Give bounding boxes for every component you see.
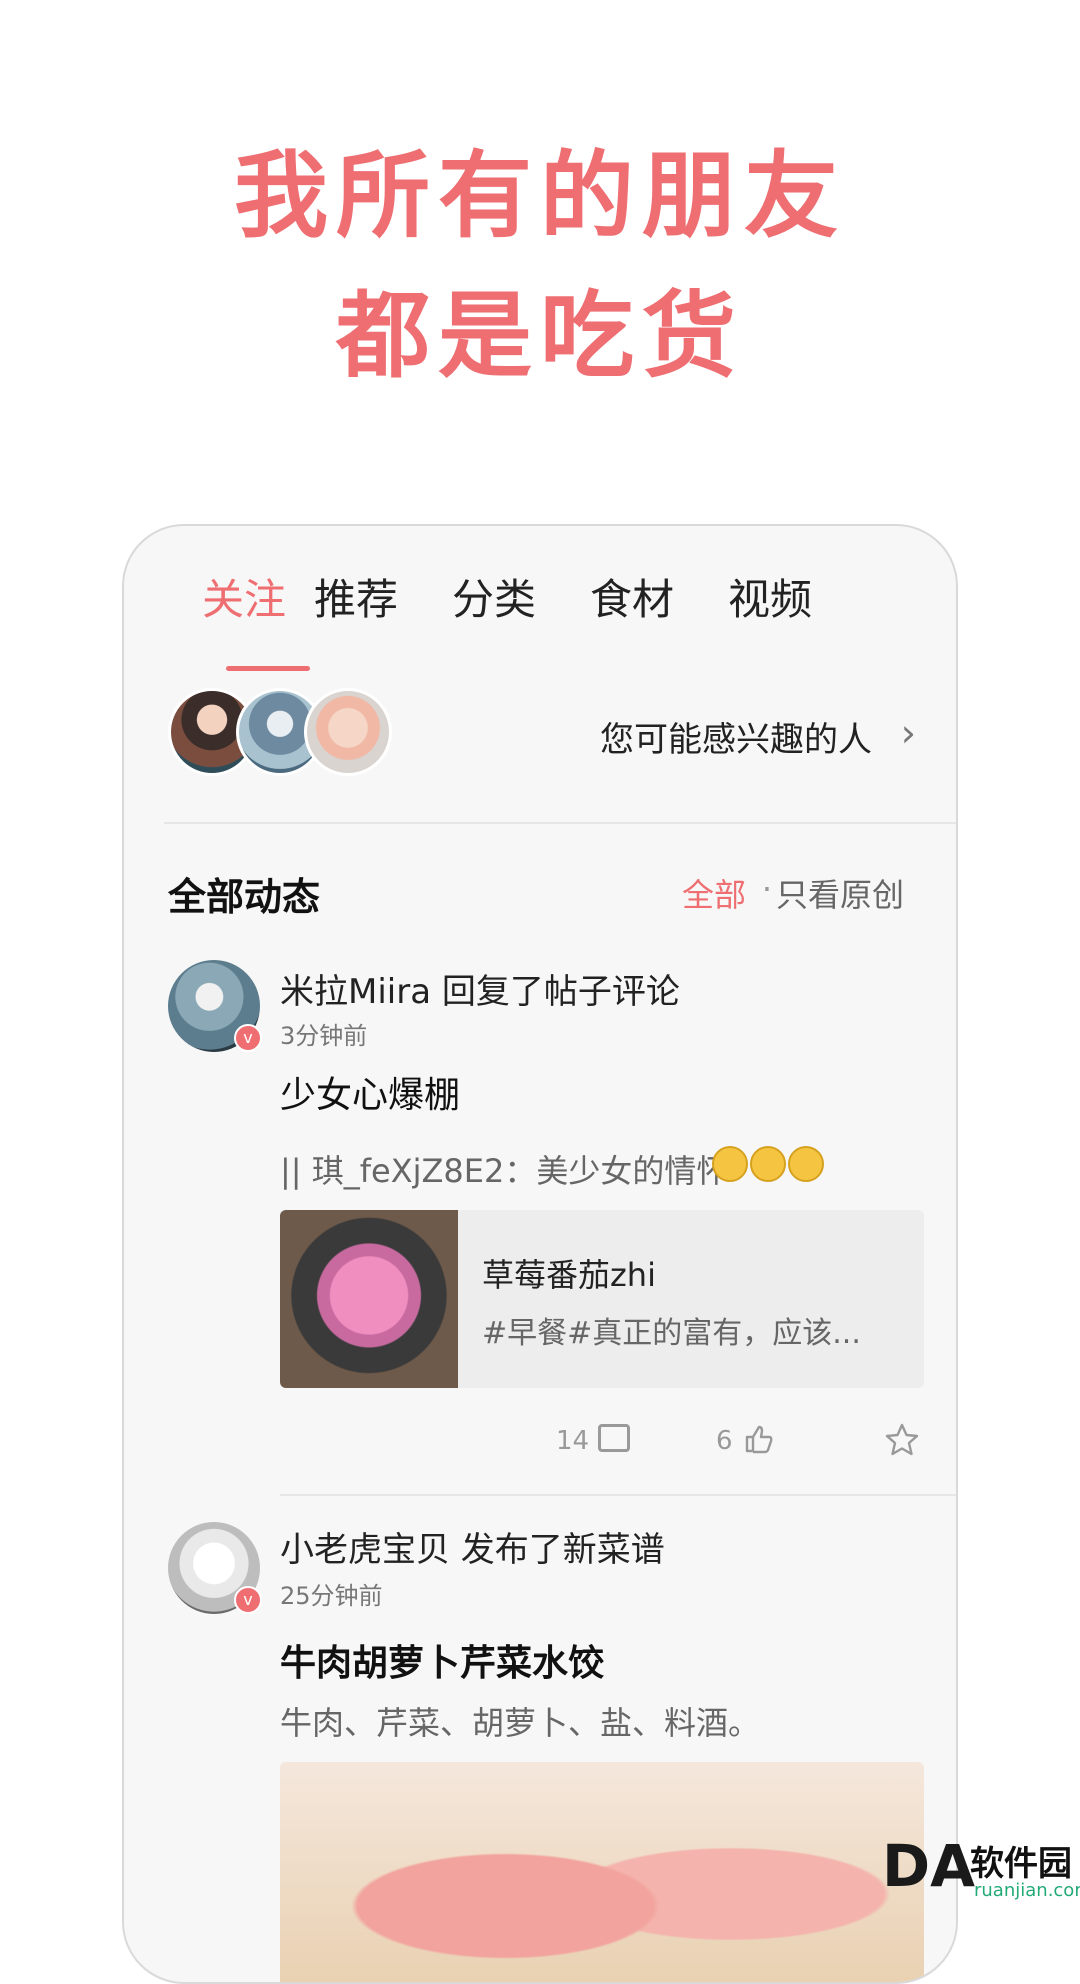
tab-ingredients[interactable]: 食材	[572, 570, 692, 630]
watermark-subtext: ruanjian.com	[974, 1880, 1080, 1901]
watermark-logo: DA 软件园 ruanjian.com	[882, 1826, 1080, 1920]
filter-original[interactable]: 只看原创	[776, 870, 904, 916]
verified-badge-icon: v	[234, 1586, 262, 1614]
verified-badge-icon: v	[234, 1024, 262, 1052]
suggested-avatars[interactable]	[168, 688, 392, 778]
tab-underline	[226, 666, 310, 671]
tab-bar: 关注 推荐 分类 食材 视频	[124, 570, 956, 671]
smile-emoji-icon	[750, 1146, 786, 1182]
quoted-comment: || 琪_feXjZ8E2：美少女的情怀	[280, 1152, 729, 1190]
recipe-thumbnail	[280, 1210, 458, 1388]
watermark-da: DA	[882, 1832, 976, 1900]
phone-frame: 关注 推荐 分类 食材 视频 您可能感兴趣的人 › 全部动态 全部 · 只看原创…	[122, 524, 958, 1984]
tab-video[interactable]: 视频	[710, 570, 830, 630]
divider	[164, 822, 956, 824]
filter-separator: ·	[761, 870, 772, 908]
divider	[280, 1494, 956, 1496]
suggested-people-link[interactable]: 您可能感兴趣的人	[600, 712, 872, 761]
tab-recommend[interactable]: 推荐	[296, 570, 416, 630]
thumbs-up-icon[interactable]	[744, 1424, 774, 1454]
headline-line2: 都是吃货	[335, 282, 744, 391]
card-description: #早餐#真正的富有，应该...	[482, 1316, 861, 1351]
recipe-title[interactable]: 牛肉胡萝卜芹菜水饺	[280, 1634, 604, 1686]
section-title: 全部动态	[168, 875, 321, 919]
post-headline[interactable]: 少女心爆棚	[280, 1066, 460, 1118]
tab-follow[interactable]: 关注	[184, 570, 304, 630]
avatar	[304, 688, 392, 776]
linked-recipe-card[interactable]: 草莓番茄zhi #早餐#真正的富有，应该...	[280, 1210, 924, 1388]
card-title: 草莓番茄zhi	[482, 1256, 656, 1294]
smile-emoji-icons	[712, 1146, 832, 1186]
chevron-right-icon[interactable]: ›	[901, 712, 916, 754]
recipe-photo[interactable]	[280, 1762, 924, 1982]
post-timestamp: 25分钟前	[280, 1582, 383, 1610]
like-count: 6	[716, 1426, 733, 1456]
recipe-ingredients: 牛肉、芹菜、胡萝卜、盐、料酒。	[280, 1704, 761, 1742]
post-timestamp: 3分钟前	[280, 1022, 368, 1050]
watermark-text: 软件园	[970, 1844, 1072, 1884]
post-activity-title[interactable]: 小老虎宝贝 发布了新菜谱	[280, 1522, 665, 1571]
smile-emoji-icon	[712, 1146, 748, 1182]
post-activity-title[interactable]: 米拉Miira 回复了帖子评论	[280, 964, 680, 1013]
smile-emoji-icon	[788, 1146, 824, 1182]
comment-count: 14	[556, 1426, 590, 1456]
star-icon[interactable]	[884, 1422, 920, 1458]
filter-all[interactable]: 全部	[682, 870, 746, 916]
comment-icon[interactable]	[598, 1424, 630, 1452]
tab-category[interactable]: 分类	[434, 570, 554, 630]
headline-line1: 我所有的朋友	[233, 142, 846, 251]
